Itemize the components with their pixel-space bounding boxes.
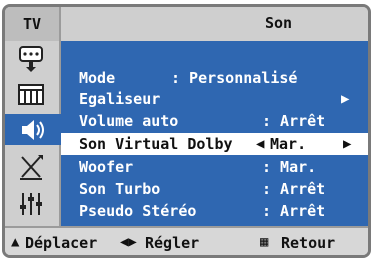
header-bar: TV Son <box>5 7 368 41</box>
row-label: Pseudo Stéréo <box>79 202 197 220</box>
row-label: Egaliseur <box>79 90 161 108</box>
menu-row-woofer[interactable]: Woofer : Mar. <box>61 156 368 178</box>
page-title: Son <box>265 14 293 32</box>
menu-row-egaliseur[interactable]: Egaliseur ▶ <box>61 88 368 110</box>
tv-osd-window: TV Son Mode : Personnalisé Egaliseur ▶ V… <box>2 4 371 258</box>
sidebar <box>5 41 61 226</box>
menu-row-pseudo-stereo[interactable]: Pseudo Stéréo : Arrêt <box>61 200 368 222</box>
menu-row-son-turbo[interactable]: Son Turbo : Arrêt <box>61 178 368 200</box>
picture-icon[interactable] <box>11 79 51 110</box>
input-source-icon[interactable] <box>11 43 51 74</box>
hint-adjust: Régler <box>145 234 200 252</box>
row-label: Volume auto <box>79 112 179 130</box>
submenu-arrow-icon: ▶ <box>341 91 350 107</box>
menu-row-mode[interactable]: Mode : Personnalisé <box>61 67 368 89</box>
source-label: TV <box>5 7 61 41</box>
left-right-arrow-icon: ◀▶ <box>120 234 137 250</box>
row-value: : Arrêt <box>262 180 326 198</box>
hint-move: Déplacer <box>25 234 98 252</box>
hint-back: Retour <box>281 234 336 252</box>
row-value: : Arrêt <box>262 202 326 220</box>
row-label: Mode <box>79 69 116 87</box>
left-arrow-icon[interactable]: ◀ <box>256 136 264 152</box>
row-value: : Mar. <box>262 158 317 176</box>
sound-icon[interactable] <box>5 114 61 145</box>
sound-menu: Mode : Personnalisé Egaliseur ▶ Volume a… <box>61 41 368 226</box>
channel-antenna-icon[interactable] <box>11 151 51 182</box>
menu-row-son-virtual-dolby[interactable]: Son Virtual Dolby ◀ Mar. ▶ <box>61 133 368 155</box>
right-arrow-icon[interactable]: ▶ <box>343 136 351 152</box>
row-label: Son Virtual Dolby <box>79 135 233 153</box>
setup-sliders-icon[interactable] <box>11 188 51 219</box>
row-label: Woofer <box>79 158 134 176</box>
row-value: : Arrêt <box>262 112 326 130</box>
up-down-arrow-icon: ▲︎ <box>11 234 20 250</box>
row-value: : Personnalisé <box>171 69 298 87</box>
footer-hints: ▲︎ Déplacer ◀▶ Régler ▦ Retour <box>5 226 368 255</box>
row-label: Son Turbo <box>79 180 161 198</box>
menu-icon: ▦ <box>260 234 269 250</box>
row-value: Mar. <box>270 135 307 153</box>
menu-row-volume-auto[interactable]: Volume auto : Arrêt <box>61 110 368 132</box>
